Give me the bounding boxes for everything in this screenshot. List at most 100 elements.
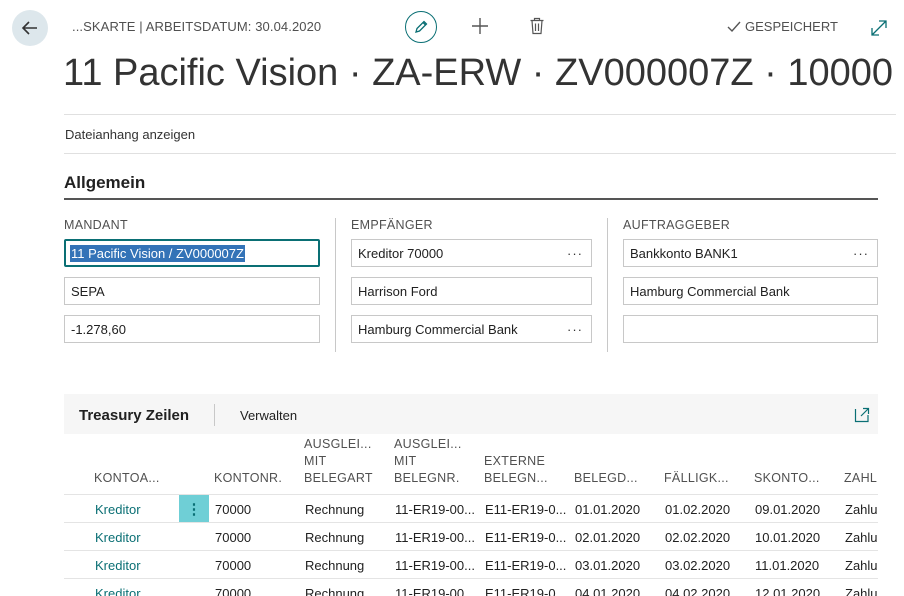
saved-status-label: GESPEICHERT (745, 19, 838, 34)
back-button[interactable] (12, 10, 48, 46)
column-header[interactable]: FÄLLIGK... (664, 470, 729, 487)
cell: Zahlu (845, 586, 878, 596)
recipient-vendor-lookup-button[interactable]: ··· (567, 246, 583, 261)
header-text: SKONTO... (754, 471, 820, 485)
recipient-bank-field[interactable]: Hamburg Commercial Bank ··· (351, 315, 592, 343)
pencil-icon (415, 20, 428, 33)
originator-extra-field[interactable] (623, 315, 878, 343)
expand-icon (854, 407, 870, 423)
divider (214, 404, 215, 426)
section-title-general: Allgemein (64, 173, 146, 192)
header-text: AUSGLEI... (394, 437, 462, 451)
expand-part-button[interactable] (854, 407, 870, 423)
recipient-name-field[interactable]: Harrison Ford (351, 277, 592, 305)
cell: 11.01.2020 (755, 558, 820, 573)
edit-button[interactable] (405, 11, 437, 43)
header-text: BELEGN... (484, 471, 548, 485)
manage-menu[interactable]: Verwalten (240, 408, 297, 423)
cell: Rechnung (305, 530, 365, 545)
expand-page-button[interactable] (870, 19, 888, 37)
cell: Zahlu (845, 530, 878, 545)
divider (64, 153, 896, 154)
amount-field[interactable]: -1.278,60 (64, 315, 320, 343)
recipient-vendor-field[interactable]: Kreditor 70000 ··· (351, 239, 592, 267)
cell: 70000 (215, 586, 252, 596)
cell: E11-ER19-0... (485, 502, 567, 517)
recipient-bank-lookup-button[interactable]: ··· (567, 322, 583, 337)
cell: 02.02.2020 (665, 530, 731, 545)
treasury-lines-title: Treasury Zeilen (79, 407, 190, 424)
cell: 01.02.2020 (665, 502, 731, 517)
column-header[interactable]: ZAHLU (844, 470, 878, 487)
recipient-label: EMPFÄNGER (351, 218, 433, 232)
originator-account-value: Bankkonto BANK1 (630, 245, 738, 261)
account-type-link[interactable]: Kreditor (95, 586, 141, 596)
column-header[interactable]: KONTONR. (214, 470, 282, 487)
row-actions-button[interactable]: ⋮ (179, 495, 209, 522)
trash-icon (530, 17, 544, 35)
column-header[interactable]: BELEGD... (574, 470, 638, 487)
account-type-link[interactable]: Kreditor (95, 502, 141, 517)
header-text: MIT (304, 454, 327, 468)
cell: E11-ER19-0... (485, 558, 567, 573)
header-text: FÄLLIGK... (664, 471, 729, 485)
originator-bank-value: Hamburg Commercial Bank (630, 283, 790, 299)
recipient-bank-value: Hamburg Commercial Bank (358, 321, 518, 337)
cell: 70000 (215, 502, 252, 517)
cell: 04.01.2020 (575, 586, 641, 596)
header-text: BELEGD... (574, 471, 638, 485)
client-field[interactable]: 11 Pacific Vision / ZV000007Z (64, 239, 320, 267)
cell: E11-ER19-0... (485, 530, 567, 545)
header-text: KONTONR. (214, 471, 283, 485)
column-header[interactable]: SKONTO... (754, 470, 820, 487)
cell: Rechnung (305, 558, 365, 573)
cell: Zahlu (845, 558, 878, 573)
originator-bank-field[interactable]: Hamburg Commercial Bank (623, 277, 878, 305)
column-header[interactable]: EXTERNE BELEGN... (484, 453, 548, 487)
header-text: ZAHLU (844, 471, 878, 485)
column-header[interactable]: KONTOA... (94, 470, 160, 487)
amount-value: -1.278,60 (71, 321, 126, 337)
recipient-name-value: Harrison Ford (358, 283, 438, 299)
cell: 10.01.2020 (755, 530, 821, 545)
page-title: 11 Pacific Vision · ZA-ERW · ZV000007Z ·… (63, 52, 894, 94)
payment-type-field[interactable]: SEPA (64, 277, 320, 305)
account-type-link[interactable]: Kreditor (95, 530, 141, 545)
cell: Zahlu (845, 502, 878, 517)
column-header[interactable]: AUSGLEI... MIT BELEGNR. (394, 436, 462, 487)
header-text: EXTERNE (484, 454, 546, 468)
expand-icon (871, 20, 887, 36)
show-attachment-action[interactable]: Dateianhang anzeigen (65, 127, 195, 142)
cell: 09.01.2020 (755, 502, 821, 517)
client-label: MANDANT (64, 218, 128, 232)
table-row[interactable]: Kreditor 70000 Rechnung 11-ER19-00... E1… (64, 550, 878, 579)
client-value: 11 Pacific Vision / ZV000007Z (70, 244, 245, 262)
saved-status: GESPEICHERT (727, 19, 838, 34)
column-header[interactable]: AUSGLEI... MIT BELEGART (304, 436, 373, 487)
table-row[interactable]: Kreditor 70000 Rechnung 11-ER19-00... E1… (64, 522, 878, 551)
header-text: MIT (394, 454, 417, 468)
cell: E11-ER19-0... (485, 586, 567, 596)
cell: 04.02.2020 (665, 586, 731, 596)
account-type-link[interactable]: Kreditor (95, 558, 141, 573)
breadcrumb: ...SKARTE | ARBEITSDATUM: 30.04.2020 (72, 19, 322, 34)
cell: 01.01.2020 (575, 502, 641, 517)
arrow-left-icon (21, 21, 37, 35)
delete-button[interactable] (526, 14, 548, 38)
cell: 11-ER19-00... (395, 502, 475, 517)
cell: 03.01.2020 (575, 558, 641, 573)
cell: 03.02.2020 (665, 558, 731, 573)
header-text: KONTOA... (94, 471, 160, 485)
originator-account-lookup-button[interactable]: ··· (853, 246, 869, 261)
cell: 11-ER19-00... (395, 558, 475, 573)
recipient-vendor-value: Kreditor 70000 (358, 245, 444, 261)
new-button[interactable] (468, 14, 492, 38)
treasury-lines-part: Treasury Zeilen Verwalten KONTOA... KONT… (64, 394, 878, 596)
table-row[interactable]: Kreditor 70000 Rechnung 11-ER19-00... E1… (64, 578, 878, 596)
cell: Rechnung (305, 586, 365, 596)
originator-label: AUFTRAGGEBER (623, 218, 731, 232)
plus-icon (472, 18, 488, 34)
table-row[interactable]: Kreditor ⋮ 70000 Rechnung 11-ER19-00... … (64, 494, 878, 523)
originator-account-field[interactable]: Bankkonto BANK1 ··· (623, 239, 878, 267)
cell: 70000 (215, 530, 252, 545)
